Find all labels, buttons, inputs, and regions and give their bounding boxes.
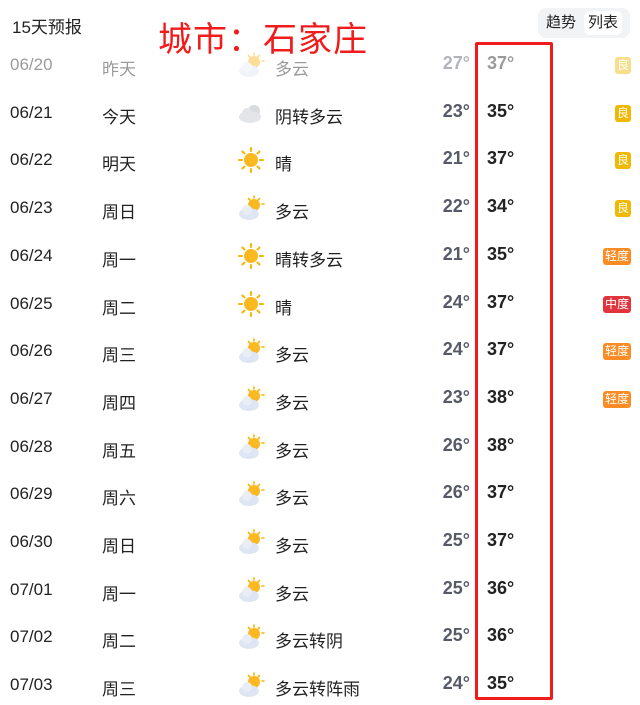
partly-cloudy-weather-icon — [237, 528, 265, 556]
aqi-badge: 轻度 — [602, 390, 631, 408]
row-weekday: 明天 — [102, 155, 136, 175]
row-weekday: 周五 — [102, 441, 136, 461]
row-weekday: 周一 — [102, 584, 136, 604]
partly-cloudy-weather-icon — [237, 671, 265, 699]
row-weekday: 周一 — [102, 250, 136, 270]
row-date: 06/25 — [10, 293, 53, 313]
row-weather-desc: 多云 — [275, 203, 309, 223]
partly-cloudy-weather-icon — [237, 385, 265, 413]
aqi-badge: 轻度 — [602, 343, 631, 361]
row-weekday: 周二 — [102, 298, 136, 318]
row-weather-desc: 多云转阴 — [275, 632, 343, 652]
row-weather-desc: 多云转阵雨 — [275, 680, 360, 700]
sunny-weather-icon — [237, 242, 265, 270]
partly-cloudy-weather-icon — [237, 480, 265, 508]
partly-cloudy-weather-icon — [237, 337, 265, 365]
row-low-temp: 23° — [442, 100, 470, 121]
row-weather-desc: 多云 — [275, 441, 309, 461]
row-date: 07/01 — [10, 579, 53, 599]
row-date: 06/24 — [10, 245, 53, 265]
sunny-weather-icon — [237, 290, 265, 318]
row-low-temp: 23° — [442, 386, 470, 407]
row-date: 06/26 — [10, 341, 53, 361]
row-weather-desc: 阴转多云 — [275, 107, 343, 127]
row-weather-desc: 晴 — [275, 298, 292, 318]
aqi-badge: 良 — [614, 152, 631, 170]
row-date: 07/03 — [10, 675, 53, 695]
row-date: 07/02 — [10, 627, 53, 647]
partly-cloudy-weather-icon — [237, 576, 265, 604]
row-weather-desc: 多云 — [275, 346, 309, 366]
row-weather-desc: 晴转多云 — [275, 250, 343, 270]
forecast-title: 15天预报 — [12, 18, 82, 37]
row-date: 06/23 — [10, 198, 53, 218]
aqi-badge: 中度 — [602, 295, 631, 313]
row-weekday: 今天 — [102, 107, 136, 127]
row-low-temp: 25° — [442, 577, 470, 598]
row-date: 06/20 — [10, 55, 53, 74]
row-low-temp: 24° — [442, 339, 470, 360]
aqi-badge: 轻度 — [602, 247, 631, 265]
tab-list[interactable]: 列表 — [584, 11, 623, 35]
row-low-temp: 24° — [442, 291, 470, 312]
partly-cloudy-weather-icon — [237, 194, 265, 222]
row-low-temp: 27° — [442, 53, 470, 73]
row-date: 06/21 — [10, 102, 53, 122]
row-low-temp: 26° — [442, 434, 470, 455]
row-low-temp: 25° — [442, 530, 470, 550]
row-weekday: 周日 — [102, 537, 136, 556]
row-weekday: 周四 — [102, 393, 136, 413]
sunny-weather-icon — [237, 146, 265, 174]
row-weekday: 周二 — [102, 632, 136, 652]
aqi-badge: 良 — [614, 57, 631, 74]
row-low-temp: 21° — [442, 148, 470, 169]
aqi-badge: 良 — [614, 104, 631, 122]
row-weekday: 昨天 — [102, 60, 136, 79]
row-weekday: 周三 — [102, 680, 136, 700]
row-date: 06/27 — [10, 388, 53, 408]
row-date: 06/22 — [10, 150, 53, 170]
row-weather-desc: 多云 — [275, 393, 309, 413]
partly-cloudy-weather-icon — [237, 433, 265, 461]
tab-trend[interactable]: 趋势 — [542, 11, 580, 35]
partly-cloudy-weather-icon — [237, 623, 265, 651]
high-temp-highlight-box — [475, 42, 553, 700]
aqi-badge: 良 — [614, 200, 631, 218]
partly-cloudy-weather-icon — [237, 51, 265, 79]
row-date: 06/29 — [10, 484, 53, 504]
row-weather-desc: 多云 — [275, 60, 309, 79]
view-toggle: 趋势 列表 — [538, 8, 630, 38]
row-weekday: 周三 — [102, 346, 136, 366]
row-low-temp: 21° — [442, 243, 470, 264]
row-weather-desc: 多云 — [275, 584, 309, 604]
row-low-temp: 22° — [442, 196, 470, 217]
row-weather-desc: 晴 — [275, 155, 292, 175]
row-date: 06/30 — [10, 532, 53, 551]
row-low-temp: 25° — [442, 625, 470, 646]
row-weekday: 周六 — [102, 489, 136, 509]
row-date: 06/28 — [10, 436, 53, 456]
cloudy-weather-icon — [237, 99, 265, 127]
row-low-temp: 24° — [442, 673, 470, 694]
row-low-temp: 26° — [442, 482, 470, 503]
row-weekday: 周日 — [102, 203, 136, 223]
row-weather-desc: 多云 — [275, 489, 309, 509]
row-weather-desc: 多云 — [275, 537, 309, 556]
